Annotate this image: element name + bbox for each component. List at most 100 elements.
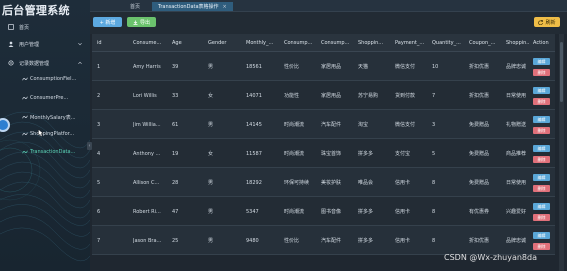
table-cell: 10: [432, 63, 439, 70]
table-row[interactable]: 4 Anthony ... 19 女 11587 时尚潮流 珠宝首饰 拼多多 支付宝 5 免费赠品 商…: [92, 139, 555, 168]
edit-button[interactable]: 编辑: [533, 116, 550, 123]
table-cell: 3: [97, 121, 101, 128]
app-title: 后台管理系统: [2, 4, 70, 17]
column-header[interactable]: Consump...: [321, 34, 355, 52]
table-row[interactable]: 7 Jason Bra... 25 男 9480 性价比 汽车配件 拼多多 信用卡 8 折扣优惠 品牌…: [92, 226, 555, 255]
table-cell: 2: [97, 92, 101, 99]
table-cell: 家居用品: [321, 64, 342, 70]
table-row[interactable]: 2 Lori Willis 33 女 14071 功能性 家居用品 苏宁易购 货到付款 7 折扣优惠…: [92, 81, 555, 110]
column-header[interactable]: Shoppin...: [506, 34, 530, 52]
data-icon: [8, 60, 14, 66]
sidebar-item-home[interactable]: 首页: [0, 20, 90, 34]
table-cell: 微信支付: [395, 64, 416, 70]
table-cell: 美妆护肤: [321, 180, 342, 186]
table-row[interactable]: 6 Robert Ri... 47 男 5347 时尚潮流 图书音像 拼多多 信用卡 8 有优惠券 兴…: [92, 197, 555, 226]
sidebar-subitem-monthly-salary[interactable]: MonthlySalary表...: [0, 110, 90, 124]
data-table: id Consume... Age Gender Monthly_... Con…: [92, 34, 555, 271]
delete-button[interactable]: 删除: [533, 214, 550, 221]
column-header[interactable]: Consump...: [284, 34, 318, 52]
column-header[interactable]: Coupon_...: [469, 34, 503, 52]
edit-button[interactable]: 编辑: [533, 87, 550, 94]
column-header[interactable]: Monthly_...: [246, 34, 280, 52]
sidebar-subitem-transaction-data[interactable]: TransactionData...: [0, 145, 90, 159]
column-header[interactable]: Gender: [208, 34, 238, 52]
delete-button[interactable]: 删除: [533, 69, 550, 76]
delete-button[interactable]: 删除: [533, 185, 550, 192]
column-header[interactable]: id: [97, 34, 127, 52]
tab-home[interactable]: 首页: [124, 2, 146, 11]
refresh-label: 刷新: [545, 19, 556, 26]
tab-label: 首页: [130, 4, 141, 10]
table-cell: 61: [172, 121, 179, 128]
edit-button[interactable]: 编辑: [533, 232, 550, 239]
sidebar-subitem-shopping-platform[interactable]: ShoppingPlatfor...: [0, 127, 90, 141]
table-cell: 图书音像: [321, 209, 342, 215]
table-cell: 14145: [246, 121, 262, 128]
table-cell: 1: [97, 63, 101, 70]
table-cell: 7: [97, 237, 101, 244]
table-cell: 淘宝: [358, 122, 369, 128]
sidebar-item-data-management[interactable]: 记录数据管理: [0, 56, 90, 70]
table-cell: Lori Willis: [133, 92, 157, 99]
table-cell: 男: [208, 64, 214, 70]
delete-button[interactable]: 删除: [533, 127, 550, 134]
add-button[interactable]: + 新增: [93, 17, 122, 27]
table-cell: 苏宁易购: [358, 93, 379, 99]
table-cell: 39: [172, 63, 179, 70]
table-cell: 折扣优惠: [469, 64, 490, 70]
table-cell: 拼多多: [358, 151, 374, 157]
export-button[interactable]: 导出: [127, 17, 156, 27]
mouse-cursor-icon: [38, 129, 43, 137]
delete-button[interactable]: 删除: [533, 98, 550, 105]
sidebar-subitem-consumption-field[interactable]: ConsumptionFiel...: [0, 72, 90, 86]
delete-button[interactable]: 删除: [533, 243, 550, 250]
tab-transaction-data[interactable]: TransactionData表格操作 ×: [152, 2, 233, 11]
table-cell: Robert Ri...: [133, 208, 161, 215]
table-cell: 拼多多: [358, 209, 374, 215]
table-cell: 微信支付: [395, 122, 416, 128]
refresh-button[interactable]: 刷新: [534, 17, 560, 27]
table-cell: 性价比: [284, 64, 300, 70]
table-icon: [22, 95, 28, 101]
sidebar-subitem-consumer-preference[interactable]: ConsumerPre...: [0, 91, 90, 105]
table-row[interactable]: 3 Jim Willia... 61 男 14145 时尚潮流 汽车配件 淘宝 微信支付 3 免费赠…: [92, 110, 555, 139]
scrollbar-thumb[interactable]: [560, 42, 563, 102]
table-cell: 礼物赠送: [506, 122, 527, 128]
edit-button[interactable]: 编辑: [533, 174, 550, 181]
table-cell: Anthony ...: [133, 150, 161, 157]
table-scrollbar[interactable]: [559, 34, 564, 271]
table-cell: 品牌忠诚: [506, 64, 527, 70]
table-cell: 男: [208, 180, 214, 186]
column-header: Action: [533, 40, 549, 46]
column-header[interactable]: Shoppin...: [358, 34, 392, 52]
column-header[interactable]: Payment_...: [395, 34, 429, 52]
delete-button[interactable]: 删除: [533, 156, 550, 163]
close-icon[interactable]: ×: [223, 4, 227, 10]
table-cell: 8: [432, 179, 436, 186]
edit-button[interactable]: 编辑: [533, 203, 550, 210]
tab-bar: 首页 TransactionData表格操作 ×: [90, 0, 567, 12]
sidebar-item-label: 首页: [19, 24, 30, 31]
table-row[interactable]: 1 Amy Harris 39 男 18561 性价比 家居用品 天猫 微信支付 10 折扣优惠 品牌…: [92, 52, 555, 81]
table-cell: 品牌忠诚: [506, 238, 527, 244]
table-cell: 有优惠券: [469, 209, 490, 215]
sidebar-subitem-label: MonthlySalary表...: [30, 114, 76, 121]
table-cell: 14071: [246, 92, 262, 99]
table-cell: 11587: [246, 150, 262, 157]
edit-button[interactable]: 编辑: [533, 145, 550, 152]
table-cell: 6: [97, 208, 101, 215]
edit-button[interactable]: 编辑: [533, 58, 550, 65]
column-header[interactable]: Age: [172, 34, 202, 52]
table-cell: 免费赠品: [469, 151, 490, 157]
column-header[interactable]: Consume...: [133, 34, 169, 52]
table-cell: 女: [208, 151, 214, 157]
table-cell: 信用卡: [395, 209, 411, 215]
table-cell: 7: [432, 92, 436, 99]
table-cell: 25: [172, 237, 179, 244]
sidebar: 后台管理系统 首页 用户管理 记录数据管理 ConsumptionFiel...: [0, 0, 90, 271]
table-icon: [22, 149, 28, 155]
table-row[interactable]: 5 Allison C... 28 男 18292 环保可持续 美妆护肤 唯品会 信用卡 8 免费赠…: [92, 168, 555, 197]
column-header[interactable]: Quantity_...: [432, 34, 466, 52]
table-cell: 男: [208, 209, 214, 215]
sidebar-item-user-management[interactable]: 用户管理: [0, 37, 90, 51]
